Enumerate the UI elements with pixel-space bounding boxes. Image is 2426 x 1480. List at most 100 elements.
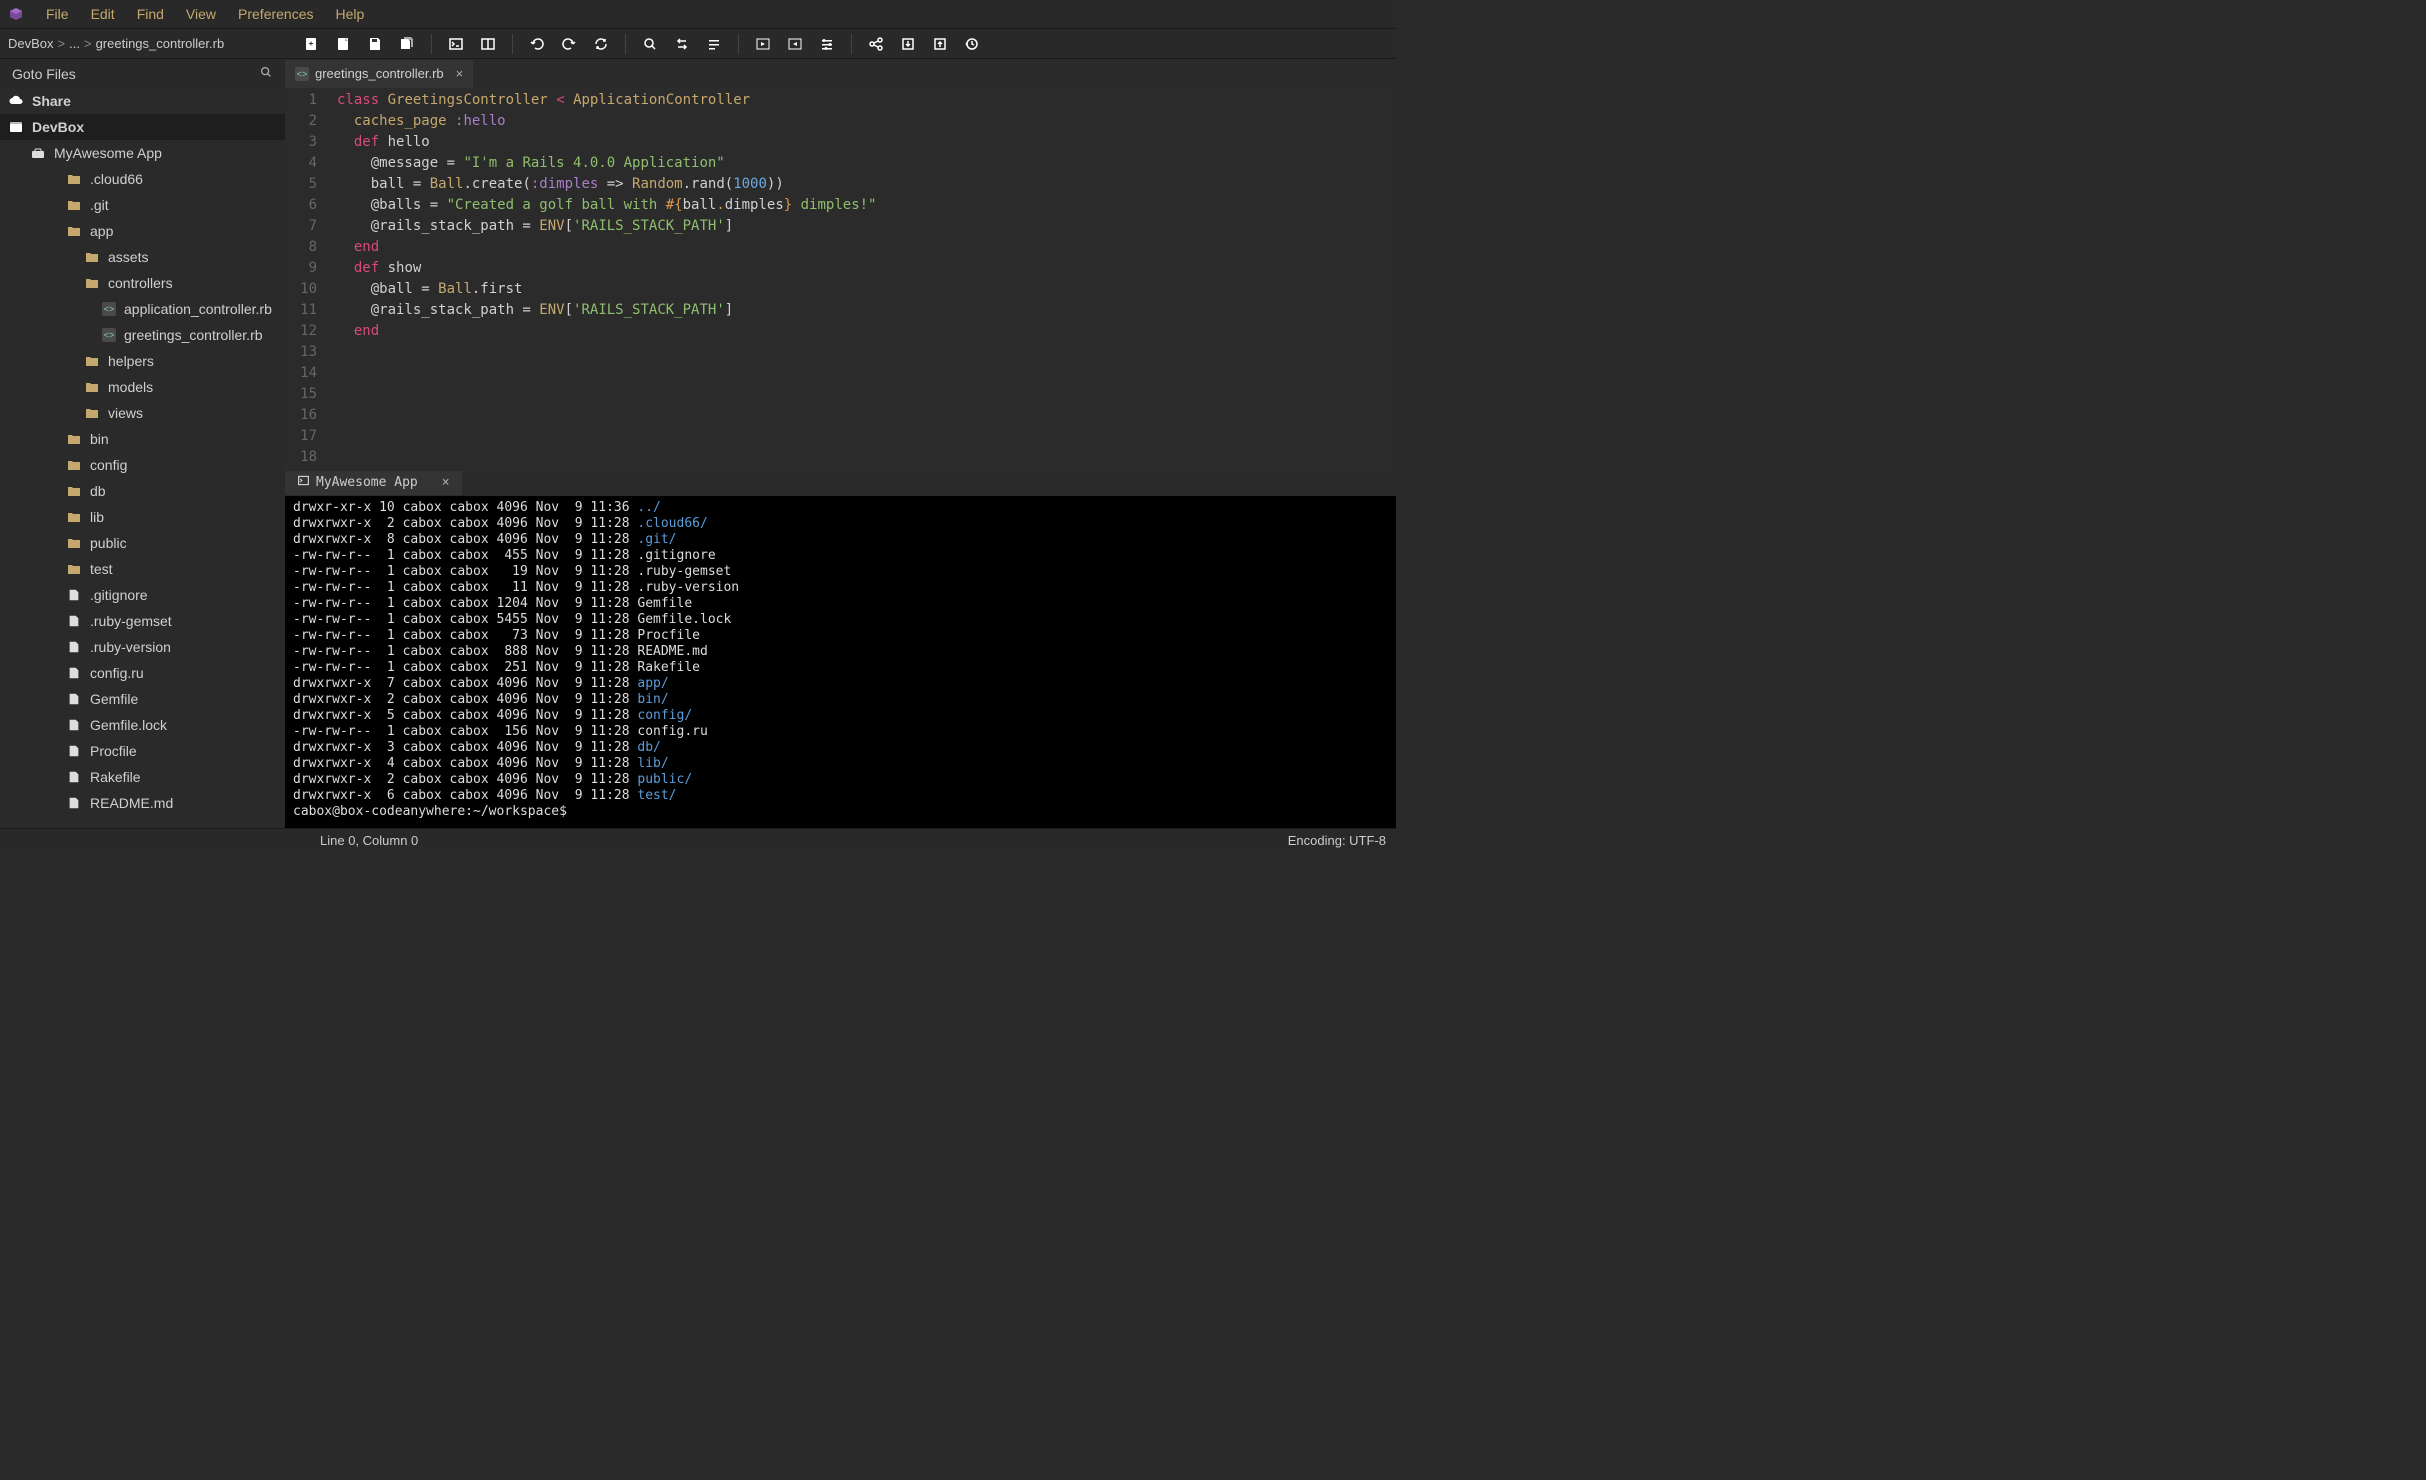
ruby-file-icon: <> bbox=[295, 67, 309, 81]
tree-item[interactable]: Rakefile bbox=[0, 764, 285, 790]
tree-item-label: db bbox=[90, 483, 106, 499]
tree-item[interactable]: models bbox=[0, 374, 285, 400]
folder-icon bbox=[84, 275, 100, 291]
sidebar-project-label: MyAwesome App bbox=[54, 145, 162, 161]
tree-item[interactable]: app bbox=[0, 218, 285, 244]
terminal-button[interactable] bbox=[440, 29, 472, 59]
close-icon[interactable]: × bbox=[442, 475, 450, 491]
line-gutter: 123456789101112131415161718 bbox=[285, 88, 325, 470]
file-icon bbox=[66, 613, 82, 629]
folder-icon bbox=[84, 249, 100, 265]
tree-item[interactable]: .ruby-version bbox=[0, 634, 285, 660]
sidebar-devbox[interactable]: DevBox bbox=[0, 114, 285, 140]
terminal-tab-label: MyAwesome App bbox=[316, 475, 418, 491]
tree-item[interactable]: assets bbox=[0, 244, 285, 270]
tree-item-label: assets bbox=[108, 249, 148, 265]
tree-item[interactable]: config.ru bbox=[0, 660, 285, 686]
split-button[interactable] bbox=[472, 29, 504, 59]
menu-edit[interactable]: Edit bbox=[91, 6, 115, 22]
tree-item[interactable]: .ruby-gemset bbox=[0, 608, 285, 634]
tree-item[interactable]: config bbox=[0, 452, 285, 478]
tree-item[interactable]: <>application_controller.rb bbox=[0, 296, 285, 322]
tree-item[interactable]: README.md bbox=[0, 790, 285, 816]
search-button[interactable] bbox=[634, 29, 666, 59]
tree-item-label: app bbox=[90, 223, 113, 239]
run-button[interactable] bbox=[747, 29, 779, 59]
box-icon bbox=[8, 119, 24, 135]
history-button[interactable] bbox=[956, 29, 988, 59]
folder-icon bbox=[84, 353, 100, 369]
menu-preferences[interactable]: Preferences bbox=[238, 6, 313, 22]
tree-item[interactable]: helpers bbox=[0, 348, 285, 374]
editor-tab[interactable]: <> greetings_controller.rb × bbox=[285, 60, 473, 88]
menu-help[interactable]: Help bbox=[336, 6, 365, 22]
download-button[interactable] bbox=[892, 29, 924, 59]
sidebar-share[interactable]: Share bbox=[0, 88, 285, 114]
tree-item-label: README.md bbox=[90, 795, 173, 811]
tree-item-label: Rakefile bbox=[90, 769, 141, 785]
tree-item[interactable]: Procfile bbox=[0, 738, 285, 764]
upload-button[interactable] bbox=[924, 29, 956, 59]
terminal-tab[interactable]: MyAwesome App × bbox=[285, 471, 462, 495]
cloud-icon bbox=[8, 93, 24, 109]
settings-panel-button[interactable] bbox=[811, 29, 843, 59]
folder-icon bbox=[66, 509, 82, 525]
menu-view[interactable]: View bbox=[186, 6, 216, 22]
file-icon bbox=[66, 717, 82, 733]
tree-item[interactable]: .gitignore bbox=[0, 582, 285, 608]
save-button[interactable] bbox=[359, 29, 391, 59]
find-in-files-button[interactable] bbox=[698, 29, 730, 59]
folder-icon bbox=[66, 483, 82, 499]
tree-item-label: Gemfile bbox=[90, 691, 138, 707]
tree-item[interactable]: test bbox=[0, 556, 285, 582]
refresh-button[interactable] bbox=[585, 29, 617, 59]
menu-file[interactable]: File bbox=[46, 6, 69, 22]
toolbar bbox=[285, 29, 988, 59]
terminal-body[interactable]: drwxr-xr-x 10 cabox cabox 4096 Nov 9 11:… bbox=[285, 496, 1396, 828]
redo-button[interactable] bbox=[553, 29, 585, 59]
tree-item[interactable]: .cloud66 bbox=[0, 166, 285, 192]
tree-item-label: models bbox=[108, 379, 153, 395]
tree-item-label: helpers bbox=[108, 353, 154, 369]
close-icon[interactable]: × bbox=[456, 66, 464, 81]
breadcrumb-separator: > bbox=[84, 36, 92, 51]
new-file-button[interactable] bbox=[295, 29, 327, 59]
undo-button[interactable] bbox=[521, 29, 553, 59]
folder-icon bbox=[66, 171, 82, 187]
main-area: Share DevBox MyAwesome App .cloud66 .git a… bbox=[0, 88, 1396, 828]
toolbox-icon bbox=[30, 145, 46, 161]
breadcrumb-root[interactable]: DevBox bbox=[8, 36, 54, 51]
tree-item-label: test bbox=[90, 561, 113, 577]
breadcrumb-mid[interactable]: ... bbox=[69, 36, 80, 51]
save-all-button[interactable] bbox=[391, 29, 423, 59]
tree-item-label: config.ru bbox=[90, 665, 144, 681]
tree-item[interactable]: db bbox=[0, 478, 285, 504]
breadcrumb-file[interactable]: greetings_controller.rb bbox=[96, 36, 225, 51]
status-encoding: Encoding: UTF-8 bbox=[1288, 833, 1386, 848]
folder-icon bbox=[66, 457, 82, 473]
share-button[interactable] bbox=[860, 29, 892, 59]
tree-item[interactable]: views bbox=[0, 400, 285, 426]
tree-item-label: Gemfile.lock bbox=[90, 717, 167, 733]
sidebar-project[interactable]: MyAwesome App bbox=[0, 140, 285, 166]
file-icon bbox=[66, 769, 82, 785]
goto-files[interactable]: Goto Files bbox=[0, 59, 285, 88]
breadcrumb[interactable]: DevBox > ... > greetings_controller.rb bbox=[0, 36, 285, 51]
tree-item[interactable]: bin bbox=[0, 426, 285, 452]
folder-icon bbox=[66, 197, 82, 213]
app-logo-icon bbox=[8, 6, 24, 22]
code-content[interactable]: class GreetingsController < ApplicationC… bbox=[325, 88, 1396, 470]
tree-item[interactable]: public bbox=[0, 530, 285, 556]
tree-item[interactable]: Gemfile bbox=[0, 686, 285, 712]
tree-item[interactable]: lib bbox=[0, 504, 285, 530]
tree-item[interactable]: Gemfile.lock bbox=[0, 712, 285, 738]
tree-item[interactable]: <>greetings_controller.rb bbox=[0, 322, 285, 348]
menu-find[interactable]: Find bbox=[137, 6, 164, 22]
new-folder-button[interactable] bbox=[327, 29, 359, 59]
tree-item-label: .git bbox=[90, 197, 109, 213]
code-editor[interactable]: 123456789101112131415161718 class Greeti… bbox=[285, 88, 1396, 470]
tree-item[interactable]: .git bbox=[0, 192, 285, 218]
tree-item[interactable]: controllers bbox=[0, 270, 285, 296]
replace-button[interactable] bbox=[666, 29, 698, 59]
stop-button[interactable] bbox=[779, 29, 811, 59]
